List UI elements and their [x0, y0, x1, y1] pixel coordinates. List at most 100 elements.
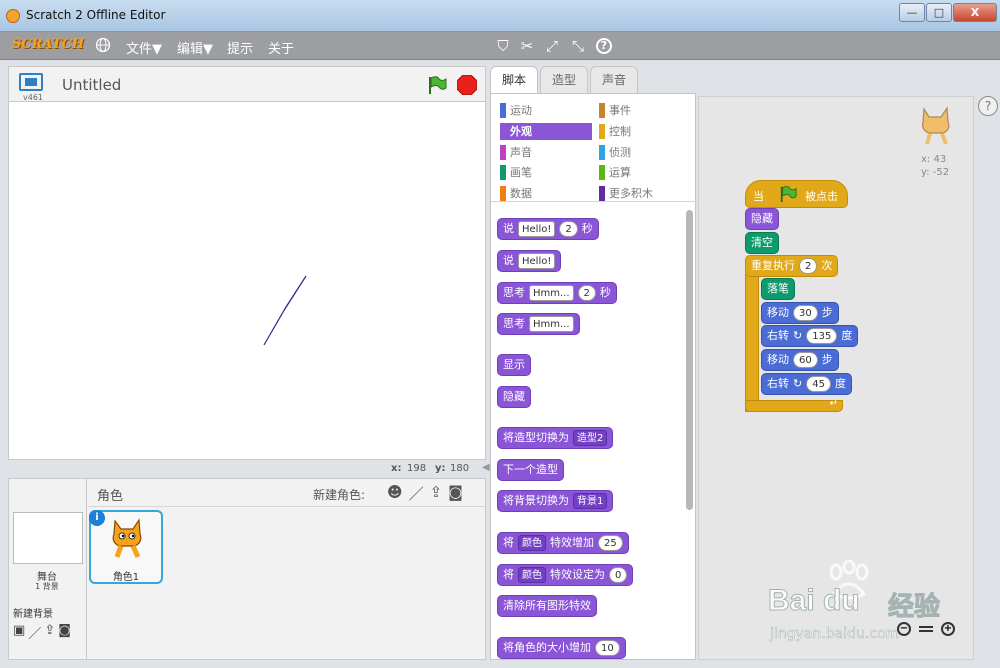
zoom-in-icon[interactable]: + [941, 622, 955, 636]
change-effect-input[interactable]: 25 [598, 535, 623, 551]
mouse-x-value: 198 [407, 463, 427, 474]
script-turn-2[interactable]: 右转 ↻ 45 度 [761, 373, 852, 395]
menu-about[interactable]: 关于 [268, 38, 294, 57]
sprite-library-icon[interactable]: ☻ [387, 483, 403, 504]
block-help-icon[interactable]: ? [596, 38, 612, 54]
say-secs-input[interactable]: 2 [559, 221, 578, 237]
zoom-out-icon[interactable]: − [897, 622, 911, 636]
category-operators[interactable]: 运算 [599, 164, 691, 181]
category-events[interactable]: 事件 [599, 102, 691, 119]
category-pen[interactable]: 画笔 [500, 164, 592, 181]
block-switch-backdrop[interactable]: 将背景切换为 背景1 [497, 490, 614, 512]
camera-backdrop-icon[interactable]: ◙ [58, 623, 71, 642]
sprite-y-readout: y: -52 [921, 167, 950, 178]
script-turn-1[interactable]: 右转 ↻ 135 度 [761, 325, 859, 347]
maximize-button[interactable]: □ [926, 3, 952, 22]
change-effect-dropdown[interactable]: 颜色 [518, 535, 546, 551]
block-think[interactable]: 思考 Hmm... [497, 313, 580, 335]
block-think-for-secs[interactable]: 思考 Hmm... 2 秒 [497, 282, 617, 304]
fullscreen-icon[interactable] [19, 73, 43, 91]
stage-thumb-column: 舞台 1 背景 新建背景 ▣ ／ ⇪ ◙ [9, 479, 87, 659]
say-message-input[interactable]: Hello! [518, 221, 556, 237]
delete-scissors-icon[interactable]: ✂ [518, 37, 536, 55]
category-sensing[interactable]: 侦测 [599, 144, 691, 161]
script-repeat-header[interactable]: 重复执行 2 次 [745, 255, 839, 277]
costume-dropdown[interactable]: 造型2 [573, 430, 608, 446]
palette-scrollbar[interactable] [686, 210, 693, 510]
duplicate-stamp-icon[interactable]: ⛉ [494, 37, 512, 55]
block-change-effect[interactable]: 将颜色 特效增加 25 [497, 532, 629, 554]
grow-icon[interactable]: ⤢ [543, 37, 561, 55]
backdrop-dropdown[interactable]: 背景1 [573, 493, 608, 509]
project-title[interactable]: Untitled [62, 76, 121, 94]
block-hide[interactable]: 隐藏 [497, 386, 531, 408]
watermark-brand: Bai du [768, 584, 861, 618]
change-size-input[interactable]: 10 [595, 640, 620, 656]
backdrop-library-icon[interactable]: ▣ [13, 623, 25, 642]
block-set-effect[interactable]: 将颜色 特效设定为 0 [497, 564, 634, 586]
paint-backdrop-icon[interactable]: ／ [28, 623, 41, 642]
sprite-thumbnail[interactable]: i 角色1 [89, 510, 163, 584]
hat-when-flag-clicked[interactable]: 当 被点击 [745, 180, 848, 208]
scratch-logo[interactable]: SCRATCH [12, 37, 84, 52]
zoom-reset-icon[interactable] [919, 626, 933, 632]
green-flag-icon[interactable] [427, 75, 447, 98]
script-hide[interactable]: 隐藏 [745, 208, 779, 230]
shrink-icon[interactable]: ⤡ [569, 37, 587, 55]
paint-sprite-icon[interactable]: ／ [409, 483, 424, 504]
repeat-count-input[interactable]: 2 [799, 258, 818, 274]
tab-sounds[interactable]: 声音 [590, 66, 638, 93]
think-secs-input[interactable]: 2 [577, 285, 596, 301]
sprite-header: 角色 新建角色: ☻ ／ ⇪ ◙ [87, 479, 485, 507]
category-motion[interactable]: 运动 [500, 102, 592, 119]
think-message-input[interactable]: Hmm... [529, 285, 574, 301]
collapse-stage-arrow-icon[interactable]: ◀ [482, 462, 490, 473]
mouse-y-value: 180 [450, 463, 470, 474]
turn2-degrees-input[interactable]: 45 [806, 376, 831, 392]
say-input[interactable]: Hello! [518, 253, 556, 269]
script-move-1[interactable]: 移动 30 步 [761, 302, 839, 324]
block-change-size[interactable]: 将角色的大小增加 10 [497, 637, 626, 659]
minimize-button[interactable]: — [899, 3, 925, 22]
tab-scripts[interactable]: 脚本 [490, 66, 538, 94]
upload-sprite-icon[interactable]: ⇪ [430, 483, 443, 504]
category-sound[interactable]: 声音 [500, 144, 592, 161]
category-data[interactable]: 数据 [500, 185, 592, 202]
block-say[interactable]: 说 Hello! [497, 250, 562, 272]
tab-costumes[interactable]: 造型 [540, 66, 588, 93]
sprite-panel: 舞台 1 背景 新建背景 ▣ ／ ⇪ ◙ 角色 新建角色: ☻ ／ ⇪ ◙ i … [8, 478, 486, 660]
new-backdrop-tools: ▣ ／ ⇪ ◙ [13, 623, 71, 642]
block-clear-effects[interactable]: 清除所有图形特效 [497, 595, 597, 617]
mouse-x-label: x: [391, 463, 402, 474]
new-sprite-tools: ☻ ／ ⇪ ◙ [387, 483, 463, 504]
menu-edit[interactable]: 编辑▼ [177, 38, 213, 57]
sprite-info-icon[interactable]: i [89, 510, 105, 526]
category-looks[interactable]: 外观 [500, 123, 592, 140]
move1-steps-input[interactable]: 30 [793, 305, 818, 321]
stop-sign-icon[interactable] [456, 74, 478, 98]
script-move-2[interactable]: 移动 60 步 [761, 349, 839, 371]
turn1-degrees-input[interactable]: 135 [806, 328, 838, 344]
menu-tips[interactable]: 提示 [227, 38, 253, 57]
upload-backdrop-icon[interactable]: ⇪ [44, 623, 55, 642]
category-control[interactable]: 控制 [599, 123, 691, 140]
camera-sprite-icon[interactable]: ◙ [448, 483, 463, 504]
close-button[interactable]: X [953, 3, 997, 22]
stage-thumbnail[interactable] [13, 512, 83, 564]
menu-file[interactable]: 文件▼ [126, 38, 162, 57]
block-show[interactable]: 显示 [497, 354, 531, 376]
block-say-for-secs[interactable]: 说 Hello! 2 秒 [497, 218, 599, 240]
think-input[interactable]: Hmm... [529, 316, 574, 332]
script-clear[interactable]: 清空 [745, 232, 779, 254]
language-globe-icon[interactable] [94, 37, 112, 55]
help-button[interactable]: ? [978, 96, 998, 116]
block-next-costume[interactable]: 下一个造型 [497, 459, 564, 481]
script-pen-down[interactable]: 落笔 [761, 278, 795, 300]
move2-steps-input[interactable]: 60 [793, 352, 818, 368]
set-effect-input[interactable]: 0 [609, 567, 628, 583]
category-more-blocks[interactable]: 更多积木 [599, 185, 691, 202]
stage-mouse-coords: x: 198 y: 180 [8, 460, 486, 478]
stage-canvas[interactable] [8, 102, 486, 460]
set-effect-dropdown[interactable]: 颜色 [518, 567, 546, 583]
block-switch-costume[interactable]: 将造型切换为 造型2 [497, 427, 614, 449]
